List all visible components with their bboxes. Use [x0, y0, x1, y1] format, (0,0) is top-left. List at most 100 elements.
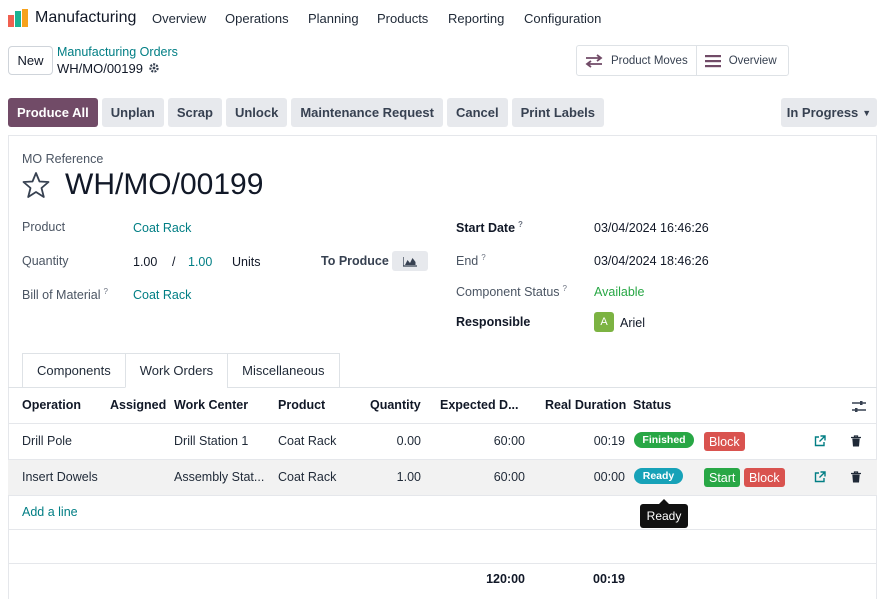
row2-work-center[interactable]: Assembly Stat... — [174, 470, 264, 484]
state-dropdown[interactable]: In Progress ▼ — [781, 98, 877, 127]
bom-help-icon[interactable]: ? — [104, 287, 108, 296]
to-produce-label: To Produce — [321, 254, 389, 268]
row1-expected[interactable]: 60:00 — [480, 434, 525, 448]
start-date-field[interactable]: 03/04/2024 16:46:26 — [594, 221, 709, 235]
end-help-icon[interactable]: ? — [481, 253, 485, 262]
responsible-name[interactable]: Ariel — [620, 316, 645, 330]
menu-products[interactable]: Products — [377, 11, 428, 26]
component-status-label-wrap: Component Status? — [456, 284, 567, 299]
add-line-link[interactable]: Add a line — [22, 505, 78, 519]
col-expected-duration[interactable]: Expected D... — [440, 398, 519, 412]
total-expected: 120:00 — [486, 572, 525, 586]
col-real-duration[interactable]: Real Duration — [545, 398, 626, 412]
action-bar: Produce All Unplan Scrap Unlock Maintena… — [8, 98, 605, 127]
product-field[interactable]: Coat Rack — [133, 221, 191, 235]
state-label: In Progress — [786, 105, 859, 120]
row1-status-badge: Finished — [634, 432, 694, 448]
row1-real-duration[interactable]: 00:19 — [580, 434, 625, 448]
star-icon[interactable] — [22, 171, 50, 199]
footer-divider — [8, 563, 877, 564]
row1-block-button[interactable]: Block — [704, 432, 745, 451]
component-status-help-icon[interactable]: ? — [563, 284, 567, 293]
row2-expected[interactable]: 60:00 — [480, 470, 525, 484]
external-link-icon[interactable] — [814, 435, 826, 447]
avatar[interactable]: A — [594, 312, 614, 332]
tab-work-orders[interactable]: Work Orders — [124, 353, 229, 388]
area-chart-icon — [403, 256, 417, 267]
col-quantity[interactable]: Quantity — [370, 398, 421, 412]
col-product[interactable]: Product — [278, 398, 325, 412]
status-tooltip: Ready — [640, 504, 688, 528]
overview-button[interactable]: Overview — [695, 46, 785, 75]
row2-product[interactable]: Coat Rack — [278, 470, 336, 484]
breadcrumb-current: WH/MO/00199 — [57, 61, 143, 76]
quantity-label: Quantity — [22, 254, 69, 268]
menu-overview[interactable]: Overview — [152, 11, 206, 26]
row1-work-center[interactable]: Drill Station 1 — [174, 434, 248, 448]
start-date-label-wrap: Start Date? — [456, 220, 523, 235]
product-moves-button[interactable]: Product Moves — [577, 46, 696, 75]
header-divider — [8, 423, 877, 424]
row1-product[interactable]: Coat Rack — [278, 434, 336, 448]
quantity-separator: / — [172, 255, 176, 269]
menu-configuration[interactable]: Configuration — [524, 11, 601, 26]
row2-real-duration[interactable]: 00:00 — [580, 470, 625, 484]
quantity-total[interactable]: 1.00 — [188, 255, 212, 269]
external-link-icon[interactable] — [814, 471, 826, 483]
column-settings-icon[interactable] — [852, 400, 866, 413]
tab-miscellaneous[interactable]: Miscellaneous — [227, 353, 340, 388]
add-line-divider — [8, 529, 877, 530]
notebook-tabs: Components Work Orders Miscellaneous — [22, 353, 340, 388]
responsible-label: Responsible — [456, 315, 531, 329]
start-date-label: Start Date — [456, 221, 516, 236]
row2-divider — [8, 495, 877, 496]
print-labels-button[interactable]: Print Labels — [511, 98, 605, 127]
row1-quantity[interactable]: 0.00 — [381, 434, 421, 448]
col-status[interactable]: Status — [633, 398, 671, 412]
menu-reporting[interactable]: Reporting — [448, 11, 504, 26]
quantity-uom: Units — [232, 255, 261, 269]
maintenance-request-button[interactable]: Maintenance Request — [291, 98, 443, 127]
scrap-button[interactable]: Scrap — [167, 98, 222, 127]
trash-icon[interactable] — [851, 435, 861, 447]
gear-icon[interactable] — [148, 62, 160, 74]
row2-status-badge[interactable]: Ready — [634, 468, 683, 484]
forecast-chart-button[interactable] — [392, 251, 428, 271]
col-operation[interactable]: Operation — [22, 398, 81, 412]
quantity-produced[interactable]: 1.00 — [133, 255, 157, 269]
component-status-label: Component Status — [456, 285, 560, 300]
menu-planning[interactable]: Planning — [308, 11, 359, 26]
start-date-help-icon[interactable]: ? — [518, 220, 523, 229]
product-moves-label: Product Moves — [611, 54, 688, 67]
row2-operation[interactable]: Insert Dowels — [22, 470, 98, 484]
caret-down-icon: ▼ — [862, 107, 872, 118]
row2-quantity[interactable]: 1.00 — [381, 470, 421, 484]
smart-buttons: Product Moves Overview — [576, 45, 789, 76]
product-label: Product — [22, 220, 66, 234]
produce-all-button[interactable]: Produce All — [8, 98, 98, 127]
breadcrumb-parent[interactable]: Manufacturing Orders — [57, 45, 178, 59]
total-real-duration: 00:19 — [593, 572, 625, 586]
bom-label: Bill of Material — [22, 288, 101, 303]
row2-block-button[interactable]: Block — [744, 468, 785, 487]
tab-components[interactable]: Components — [22, 353, 126, 388]
cancel-button[interactable]: Cancel — [446, 98, 508, 127]
manufacturing-app-icon[interactable] — [8, 9, 28, 27]
unplan-button[interactable]: Unplan — [101, 98, 164, 127]
row1-operation[interactable]: Drill Pole — [22, 434, 72, 448]
new-button[interactable]: New — [8, 46, 53, 75]
bom-field[interactable]: Coat Rack — [133, 288, 191, 302]
end-label-wrap: End? — [456, 253, 486, 268]
app-name[interactable]: Manufacturing — [35, 9, 136, 27]
row2-start-button[interactable]: Start — [704, 468, 741, 487]
trash-icon[interactable] — [851, 471, 861, 483]
col-assigned[interactable]: Assigned — [110, 398, 166, 412]
menu-operations[interactable]: Operations — [225, 11, 289, 26]
end-label: End — [456, 254, 479, 269]
col-work-center[interactable]: Work Center — [174, 398, 248, 412]
end-date-field[interactable]: 03/04/2024 18:46:26 — [594, 254, 709, 268]
bom-label-wrap: Bill of Material? — [22, 287, 108, 302]
bars-icon — [704, 54, 721, 67]
top-navbar: Manufacturing Overview Operations Planni… — [0, 0, 878, 36]
unlock-button[interactable]: Unlock — [225, 98, 288, 127]
